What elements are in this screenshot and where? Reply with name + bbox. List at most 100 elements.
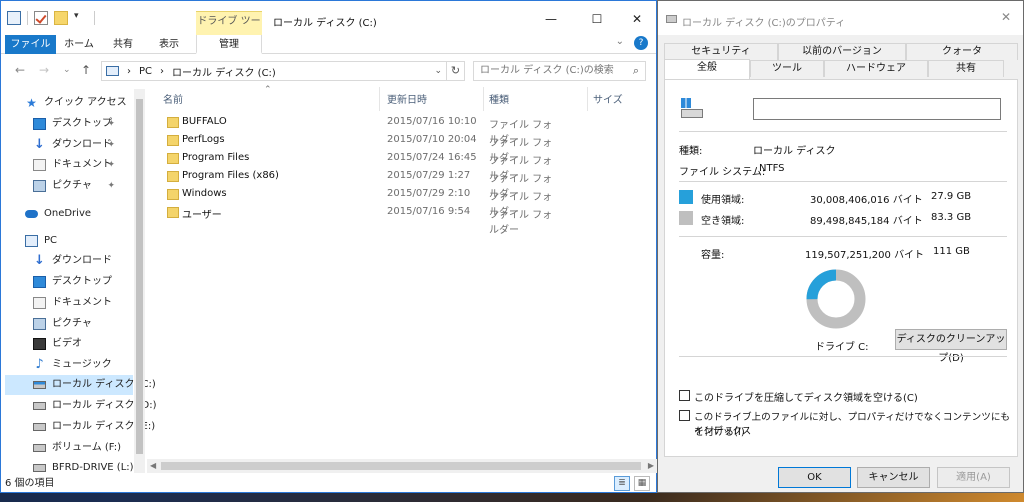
address-dropdown-icon[interactable]: ⌄ [434, 66, 442, 76]
search-placeholder: ローカル ディスク (C:)の検索 [480, 65, 614, 76]
nav-quick-documents[interactable]: ドキュメント ✦ [33, 155, 133, 175]
breadcrumb-drive-c[interactable]: ローカル ディスク (C:) [172, 64, 276, 79]
properties-dialog: ローカル ディスク (C:)のプロパティ ✕ セキュリティ 以前のバージョン ク… [657, 0, 1024, 493]
window-title: ローカル ディスク (C:) [273, 18, 377, 29]
up-arrow-icon[interactable]: ↑ [81, 63, 91, 77]
nav-pc-desktop[interactable]: デスクトップ [33, 272, 112, 292]
sort-ascending-icon: ⌃ [264, 85, 272, 95]
nav-onedrive[interactable]: OneDrive [25, 204, 91, 224]
scrollbar-thumb[interactable] [136, 99, 143, 454]
column-divider[interactable] [379, 87, 380, 111]
nav-drive-c[interactable]: ローカル ディスク (C:) [5, 375, 156, 395]
type-value: ローカル ディスク [753, 146, 836, 157]
scroll-left-icon[interactable]: ◀ [150, 459, 156, 473]
apply-button[interactable]: 適用(A) [937, 467, 1010, 488]
help-icon[interactable]: ? [634, 36, 648, 50]
filesystem-value: NTFS [759, 163, 785, 174]
tab-security[interactable]: セキュリティ [664, 43, 778, 60]
file-date: 2015/07/16 10:10 [387, 116, 477, 127]
file-row[interactable]: Windows 2015/07/29 2:10 ファイル フォルダー [151, 186, 561, 218]
expand-ribbon-icon[interactable]: ⌄ [616, 36, 624, 50]
pin-icon: ✦ [107, 140, 115, 150]
tab-manage[interactable]: 管理 [196, 35, 262, 54]
tab-view[interactable]: 表示 [149, 35, 189, 54]
disk-usage-donut [805, 268, 867, 330]
back-arrow-icon[interactable]: ← [15, 63, 25, 77]
nav-pc[interactable]: PC [25, 231, 57, 251]
nav-pc-pictures[interactable]: ピクチャ [33, 314, 92, 334]
nav-pc-documents[interactable]: ドキュメント [33, 293, 112, 313]
tab-share[interactable]: 共有 [105, 35, 141, 54]
nav-label: ボリューム (F:) [52, 442, 122, 453]
tab-home[interactable]: ホーム [59, 35, 99, 54]
tab-sharing[interactable]: 共有 [928, 60, 1004, 77]
disk-cleanup-button[interactable]: ディスクのクリーンアップ(D) [895, 329, 1007, 364]
type-label: 種類: [679, 146, 703, 157]
drive-icon [681, 98, 705, 120]
file-row[interactable]: BUFFALO 2015/07/16 10:10 ファイル フォルダー [151, 114, 561, 146]
index-content-checkbox[interactable] [679, 410, 690, 421]
file-row[interactable]: Program Files 2015/07/24 16:45 ファイル フォルダー [151, 150, 561, 182]
tab-general[interactable]: 全般 [664, 59, 750, 79]
tab-quota[interactable]: クォータ [906, 43, 1018, 60]
nav-pc-music[interactable]: ♪ ミュージック [33, 355, 111, 375]
new-folder-icon[interactable] [54, 11, 68, 25]
details-view-icon[interactable]: ≣ [614, 476, 630, 491]
toolbar-divider [94, 11, 95, 25]
close-button[interactable]: ✕ [617, 9, 657, 29]
tab-hardware[interactable]: ハードウェア [824, 60, 928, 77]
file-row[interactable]: Program Files (x86) 2015/07/29 1:27 ファイル フ… [151, 168, 561, 200]
pictures-icon [33, 180, 46, 192]
compress-drive-checkbox[interactable] [679, 390, 690, 401]
forward-arrow-icon[interactable]: → [39, 63, 49, 77]
large-icons-view-icon[interactable]: ▦ [634, 476, 650, 491]
horizontal-scrollbar[interactable]: ◀ ▶ [147, 459, 657, 473]
breadcrumb-pc[interactable]: PC [139, 66, 152, 77]
tab-file[interactable]: ファイル [5, 35, 56, 54]
column-header-name[interactable]: 名前 [163, 91, 183, 111]
nav-pc-videos[interactable]: ビデオ [33, 334, 82, 354]
cancel-button[interactable]: キャンセル [857, 467, 930, 488]
column-header-date[interactable]: 更新日時 [387, 91, 427, 111]
column-divider[interactable] [483, 87, 484, 111]
pc-icon[interactable] [7, 11, 21, 25]
refresh-button[interactable]: ↻ [447, 61, 465, 81]
minimize-button[interactable]: — [531, 9, 571, 29]
pc-icon [106, 66, 119, 76]
recent-dropdown-icon[interactable]: ⌄ [63, 65, 71, 75]
nav-quick-downloads[interactable]: ↓ ダウンロード ✦ [33, 135, 133, 155]
divider [679, 236, 1007, 237]
tab-tools[interactable]: ツール [750, 60, 824, 77]
file-row[interactable]: PerfLogs 2015/07/10 20:04 ファイル フォルダー [151, 132, 561, 164]
column-header-type[interactable]: 種類 [489, 91, 509, 111]
dialog-close-button[interactable]: ✕ [1001, 10, 1011, 24]
scrollbar-thumb[interactable] [161, 462, 641, 470]
properties-icon[interactable] [34, 11, 48, 25]
tab-previous-versions[interactable]: 以前のバージョン [778, 43, 906, 60]
file-row[interactable]: ユーザー 2015/07/16 9:54 ファイル フォルダー [151, 204, 561, 236]
divider [679, 181, 1007, 182]
used-space-bytes: 30,008,406,016 バイト [810, 195, 923, 206]
nav-quick-desktop[interactable]: デスクトップ ✦ [33, 114, 133, 134]
volume-name-input[interactable] [753, 98, 1001, 120]
maximize-button[interactable]: ☐ [577, 9, 617, 29]
ok-button[interactable]: OK [778, 467, 851, 488]
file-date: 2015/07/29 2:10 [387, 188, 471, 199]
address-bar[interactable]: › PC › ローカル ディスク (C:) ⌄ [101, 61, 447, 81]
used-space-size: 27.9 GB [931, 191, 972, 202]
nav-quick-access[interactable]: ★ クイック アクセス [25, 93, 127, 113]
nav-volume-f[interactable]: ボリューム (F:) [33, 438, 121, 458]
index-content-label-cont: を付ける(I) [694, 427, 745, 438]
nav-pc-downloads[interactable]: ↓ ダウンロード [33, 251, 112, 271]
nav-label: ドキュメント [52, 297, 112, 308]
nav-quick-pictures[interactable]: ピクチャ ✦ [33, 176, 133, 196]
navigation-pane: ★ クイック アクセス デスクトップ ✦ ↓ ダウンロード ✦ ドキュメント ✦ ピクチャ… [1, 89, 157, 473]
column-header-size[interactable]: サイズ [593, 91, 623, 111]
free-space-bytes: 89,498,845,184 バイト [810, 216, 923, 227]
search-input[interactable]: ローカル ディスク (C:)の検索 ⌕ [473, 61, 646, 81]
customize-dropdown-icon[interactable]: ▾ [74, 11, 88, 25]
scroll-right-icon[interactable]: ▶ [648, 459, 654, 473]
column-divider[interactable] [587, 87, 588, 111]
nav-label: ピクチャ [52, 180, 92, 191]
nav-scrollbar[interactable] [134, 89, 145, 473]
